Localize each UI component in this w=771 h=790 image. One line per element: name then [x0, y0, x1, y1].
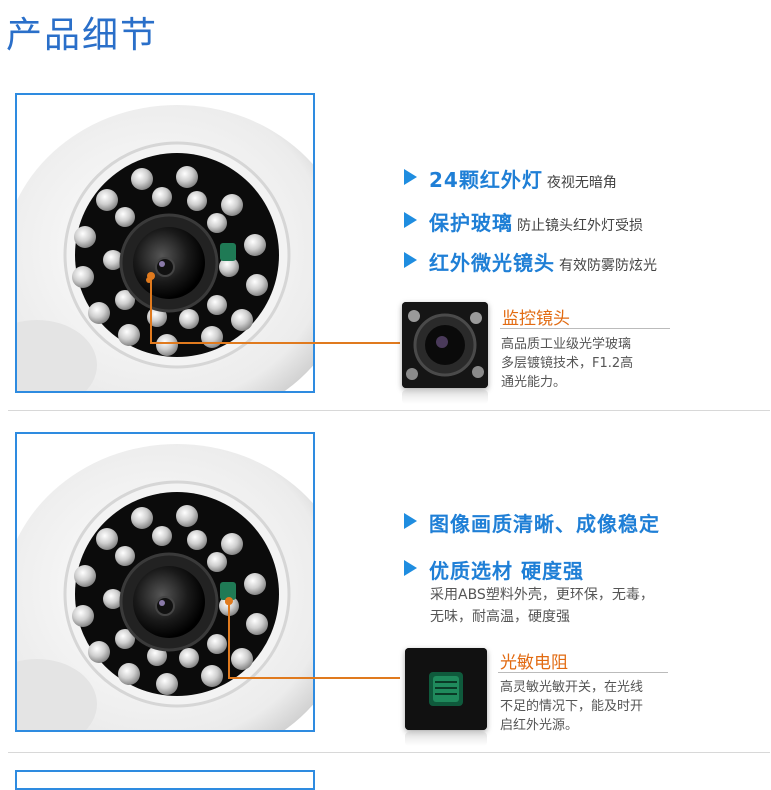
dome-camera-illustration	[17, 105, 313, 391]
callout-line: 高灵敏光敏开关，在光线	[500, 680, 644, 695]
leader-dot-1	[147, 272, 155, 280]
thumbnail-reflection	[405, 732, 487, 746]
feature-subtitle: 夜视无暗角	[546, 175, 617, 191]
callout-line: 多层镀镜技术，F1.2高	[501, 356, 634, 371]
leader-dot-2	[225, 597, 233, 605]
feature-title: 保护玻璃	[429, 211, 513, 235]
feature-description: 采用ABS塑料外壳，更环保，无毒， 无味，耐高温，硬度强	[430, 584, 654, 628]
section-divider	[8, 752, 770, 753]
feature-row: 图像画质清晰、成像稳定	[404, 508, 660, 537]
page-title: 产品细节	[6, 15, 159, 56]
feature-title: 24颗红外灯	[429, 168, 543, 192]
lens-thumbnail	[402, 302, 488, 388]
photoresistor-closeup-image	[405, 648, 487, 730]
section-divider	[8, 410, 770, 411]
feature-title: 红外微光镜头	[429, 251, 555, 275]
arrow-right-icon	[404, 560, 417, 576]
arrow-right-icon	[404, 212, 417, 228]
arrow-right-icon	[404, 169, 417, 185]
feature-subtitle: 防止镜头红外灯受损	[517, 218, 643, 234]
leader-line-horizontal-2	[228, 677, 400, 679]
feature-subtitle: 有效防雾防炫光	[559, 258, 657, 274]
leader-line-vertical-2	[228, 600, 230, 678]
feature-row: 保护玻璃 防止镜头红外灯受损	[404, 207, 643, 236]
thumbnail-reflection	[402, 390, 488, 404]
callout-line: 通光能力。	[501, 375, 567, 390]
lens-closeup-image	[402, 302, 488, 388]
camera-image-frame-1	[15, 93, 315, 393]
description-line: 无味，耐高温，硬度强	[430, 609, 570, 625]
feature-title: 优质选材 硬度强	[429, 559, 584, 583]
photoresistor-thumbnail	[405, 648, 487, 730]
callout-title: 监控镜头	[502, 309, 570, 329]
description-line: 采用ABS塑料外壳，更环保，无毒，	[430, 587, 654, 603]
feature-row: 24颗红外灯 夜视无暗角	[404, 164, 617, 193]
callout-line: 高品质工业级光学玻璃	[501, 337, 632, 352]
callout-text: 高品质工业级光学玻璃 多层镀镜技术，F1.2高 通光能力。	[501, 335, 633, 392]
callout-text: 高灵敏光敏开关，在光线 不足的情况下，能及时开 启红外光源。	[500, 678, 643, 735]
feature-row: 优质选材 硬度强	[404, 555, 584, 584]
camera-image-frame-2	[15, 432, 315, 732]
leader-line-horizontal-1	[150, 342, 400, 344]
callout-divider	[498, 672, 668, 673]
leader-line-vertical-1	[150, 275, 152, 343]
feature-title: 图像画质清晰、成像稳定	[429, 512, 660, 536]
callout-line: 不足的情况下，能及时开	[500, 699, 644, 714]
arrow-right-icon	[404, 252, 417, 268]
camera-image-frame-3-top	[15, 770, 315, 790]
feature-row: 红外微光镜头 有效防雾防炫光	[404, 247, 657, 276]
callout-line: 启红外光源。	[500, 718, 579, 733]
arrow-right-icon	[404, 513, 417, 529]
dome-camera-illustration	[17, 444, 313, 730]
callout-divider	[500, 328, 670, 329]
callout-title: 光敏电阻	[500, 653, 568, 673]
